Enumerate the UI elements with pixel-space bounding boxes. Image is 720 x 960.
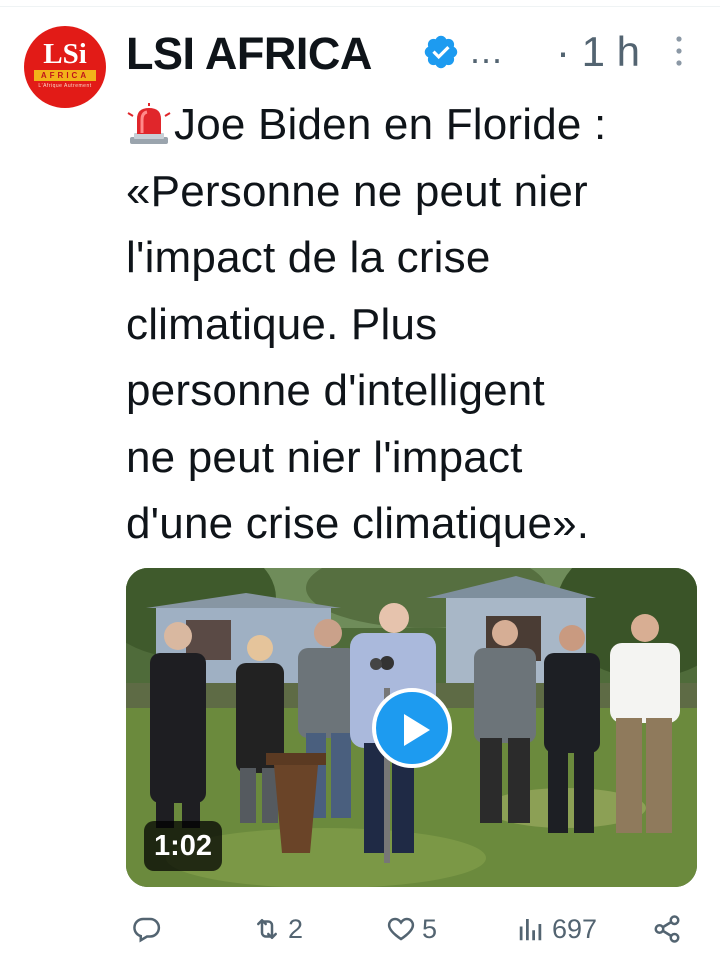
more-options-icon[interactable] (674, 34, 684, 68)
share-icon (654, 915, 680, 943)
retweet-count: 2 (288, 913, 304, 944)
author-handle-truncated: ... (470, 30, 504, 71)
tweet-line: personne d'intelligent (126, 366, 545, 415)
avatar[interactable]: LSi AFRICA L'Afrique Autrement (24, 26, 106, 108)
reply-icon (133, 917, 161, 943)
like-button[interactable]: 5 (386, 905, 437, 953)
views-count: 697 (552, 913, 598, 944)
tweet-line: Joe Biden en Floride : (126, 92, 701, 159)
tweet-header: LSI AFRICA ... · 1 h (126, 22, 696, 82)
tweet-line-text: Joe Biden en Floride : (174, 100, 607, 149)
tweet-line: l'impact de la crise (126, 233, 491, 282)
top-divider (0, 6, 720, 7)
tweet-text: Joe Biden en Floride : «Personne ne peut… (126, 92, 701, 558)
views-button[interactable]: 697 (516, 905, 597, 953)
analytics-icon (519, 919, 542, 941)
video-player[interactable]: 1:02 (126, 568, 697, 887)
heart-icon (387, 917, 415, 941)
retweet-button[interactable]: 2 (252, 905, 303, 953)
like-count: 5 (422, 913, 438, 944)
timestamp[interactable]: · 1 h (556, 28, 640, 76)
reply-button[interactable] (132, 905, 168, 953)
tweet-card[interactable]: LSi AFRICA L'Afrique Autrement LSI AFRIC… (0, 0, 720, 960)
play-button[interactable] (372, 688, 452, 768)
retweet-icon (257, 919, 277, 939)
play-icon (404, 714, 430, 746)
avatar-logo-tagline: L'Afrique Autrement (38, 83, 92, 89)
tweet-line: «Personne ne peut nier (126, 166, 588, 216)
share-button[interactable] (652, 905, 688, 953)
rotating-light-icon (127, 103, 171, 144)
verified-badge-icon (424, 35, 458, 69)
avatar-logo-text: LSi (43, 38, 87, 70)
tweet-line: climatique. Plus (126, 299, 438, 349)
tweet-line: ne peut nier l'impact (126, 432, 523, 482)
tweet-actions: 2 5 697 (126, 905, 686, 953)
tweet-line: d'une crise climatique». (126, 499, 590, 548)
video-duration-badge: 1:02 (144, 821, 223, 871)
author-name[interactable]: LSI AFRICA (126, 28, 372, 80)
avatar-logo-band: AFRICA (34, 70, 96, 81)
